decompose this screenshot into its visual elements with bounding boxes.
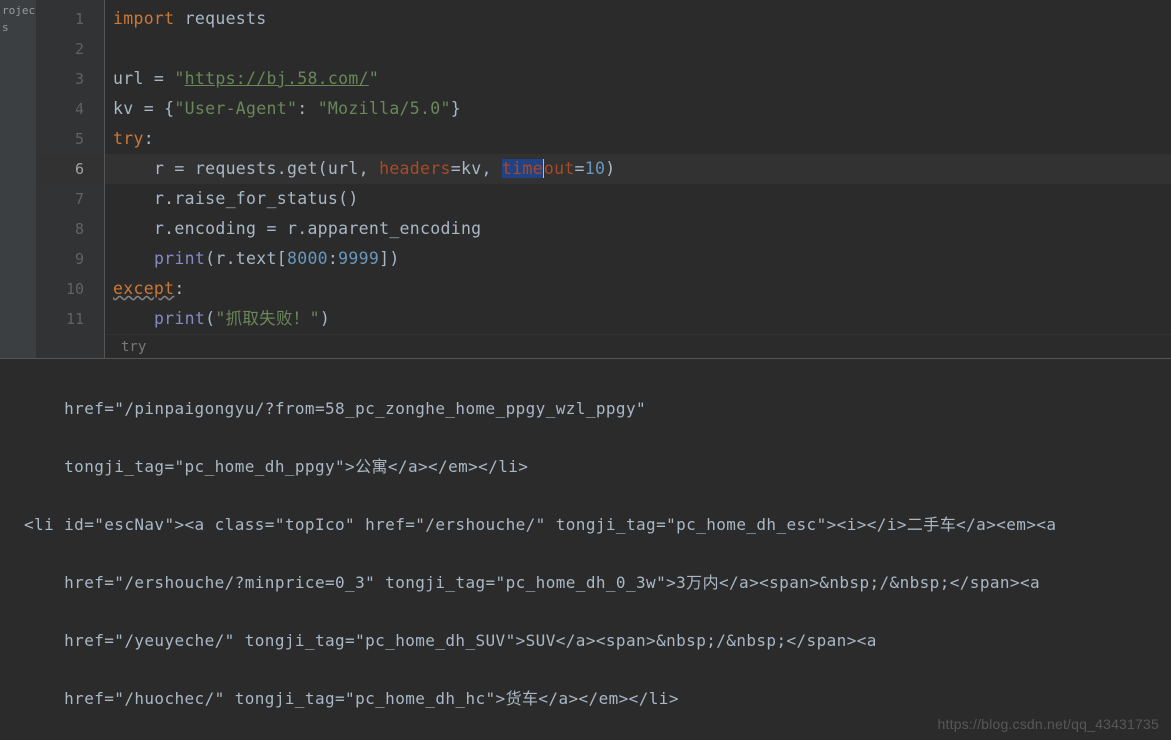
- project-label-2: s: [0, 19, 36, 36]
- code-line: url = "https://bj.58.com/": [105, 64, 1171, 94]
- code-line: except:: [105, 274, 1171, 304]
- line-number[interactable]: 3: [37, 64, 104, 94]
- editor-pane: rojec s 1 2 3 4 5 6 7 8 9 10 11 import r…: [0, 0, 1171, 358]
- line-number[interactable]: 8: [37, 214, 104, 244]
- line-number[interactable]: 2: [37, 34, 104, 64]
- watermark-text: https://blog.csdn.net/qq_43431735: [938, 716, 1159, 732]
- code-editor[interactable]: import requests url = "https://bj.58.com…: [105, 0, 1171, 358]
- console-line: <li id="escNav"><a class="topIco" href="…: [24, 510, 1171, 539]
- code-line: try:: [105, 124, 1171, 154]
- line-number[interactable]: 11: [37, 304, 104, 334]
- code-line: r.encoding = r.apparent_encoding: [105, 214, 1171, 244]
- code-line: r.raise_for_status(): [105, 184, 1171, 214]
- line-number[interactable]: 1: [37, 4, 104, 34]
- line-number[interactable]: 7: [37, 184, 104, 214]
- console-line: tongji_tag="pc_home_dh_ppgy">公寓</a></em>…: [24, 452, 1171, 481]
- console-line: href="/ershouche/?minprice=0_3" tongji_t…: [24, 568, 1171, 597]
- console-line: href="/pinpaigongyu/?from=58_pc_zonghe_h…: [24, 394, 1171, 423]
- project-tool-panel[interactable]: rojec s: [0, 0, 37, 358]
- code-line: r = requests.get(url, headers=kv, timeou…: [105, 154, 1171, 184]
- line-number[interactable]: 4: [37, 94, 104, 124]
- code-line: print(r.text[8000:9999]): [105, 244, 1171, 274]
- breadcrumb[interactable]: try: [105, 334, 1171, 358]
- code-line: kv = {"User-Agent": "Mozilla/5.0"}: [105, 94, 1171, 124]
- code-line: [105, 34, 1171, 64]
- project-label-1: rojec: [0, 2, 36, 19]
- console-line: href="/huochec/" tongji_tag="pc_home_dh_…: [24, 684, 1171, 713]
- line-number[interactable]: 9: [37, 244, 104, 274]
- console-output[interactable]: href="/pinpaigongyu/?from=58_pc_zonghe_h…: [0, 358, 1171, 740]
- console-line: href="/yeuyeche/" tongji_tag="pc_home_dh…: [24, 626, 1171, 655]
- code-line: import requests: [105, 4, 1171, 34]
- line-number[interactable]: 5: [37, 124, 104, 154]
- line-number[interactable]: 6: [37, 154, 104, 184]
- code-line: print("抓取失败！"): [105, 304, 1171, 334]
- gutter[interactable]: 1 2 3 4 5 6 7 8 9 10 11: [37, 0, 105, 358]
- line-number[interactable]: 10: [37, 274, 104, 304]
